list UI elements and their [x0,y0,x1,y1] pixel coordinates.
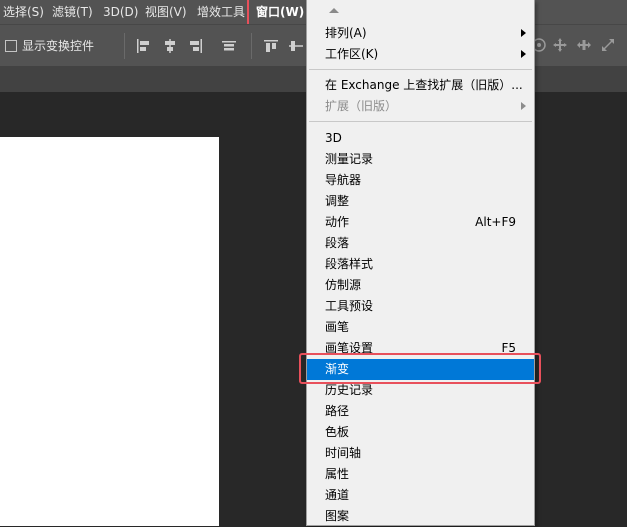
gradients-highlight-box [299,353,541,384]
menu-3d[interactable]: 3D(D) [103,0,138,24]
show-transform-checkbox[interactable] [5,40,17,52]
options-separator [251,33,252,59]
scroll-up-arrow-icon[interactable] [329,8,339,13]
menu-item-paragraph-styles[interactable]: 段落样式 [307,254,534,275]
menu-item-tool-presets[interactable]: 工具预设 [307,296,534,317]
submenu-arrow-icon [521,102,526,110]
menu-item-paths[interactable]: 路径 [307,401,534,422]
align-right-icon[interactable] [187,38,203,54]
menu-item-patterns[interactable]: 图案 [307,506,534,527]
align-top-icon[interactable] [221,38,237,54]
menu-item-brushes[interactable]: 画笔 [307,317,534,338]
menu-item-arrange[interactable]: 排列(A) [307,23,534,44]
align-left-icon[interactable] [136,38,152,54]
slide-3d-icon[interactable] [576,37,592,53]
menu-item-navigator[interactable]: 导航器 [307,170,534,191]
shortcut-label: Alt+F9 [475,215,516,229]
distribute-middle-icon[interactable] [288,38,304,54]
document-canvas[interactable] [0,137,219,526]
menu-item-3d[interactable]: 3D [307,128,534,149]
distribute-top-icon[interactable] [263,38,279,54]
menu-item-swatches[interactable]: 色板 [307,422,534,443]
pan-3d-icon[interactable] [552,37,568,53]
show-transform-label: 显示变换控件 [22,39,95,53]
window-menu-dropdown: 排列(A) 工作区(K) 在 Exchange 上查找扩展（旧版）... 扩展（… [306,0,535,526]
menu-item-clone-source[interactable]: 仿制源 [307,275,534,296]
options-separator [124,33,125,59]
menu-separator [309,121,532,122]
menu-plugins[interactable]: 增效工具 [197,0,245,24]
menu-item-adjustments[interactable]: 调整 [307,191,534,212]
menu-item-measurement-log[interactable]: 测量记录 [307,149,534,170]
menu-separator [309,69,532,70]
submenu-arrow-icon [521,29,526,37]
menu-item-properties[interactable]: 属性 [307,464,534,485]
menu-view[interactable]: 视图(V) [145,0,187,24]
scale-3d-icon[interactable] [600,37,616,53]
menu-item-workspace[interactable]: 工作区(K) [307,44,534,65]
menu-item-paragraph[interactable]: 段落 [307,233,534,254]
menu-filter[interactable]: 滤镜(T) [52,0,93,24]
menu-item-find-extensions[interactable]: 在 Exchange 上查找扩展（旧版）... [307,75,534,96]
menu-item-timeline[interactable]: 时间轴 [307,443,534,464]
menu-item-channels[interactable]: 通道 [307,485,534,506]
menu-item-extensions-legacy: 扩展（旧版） [307,96,534,117]
align-horizontal-center-icon[interactable] [162,38,178,54]
submenu-arrow-icon [521,50,526,58]
menu-select[interactable]: 选择(S) [3,0,44,24]
menu-item-actions[interactable]: 动作 Alt+F9 [307,212,534,233]
